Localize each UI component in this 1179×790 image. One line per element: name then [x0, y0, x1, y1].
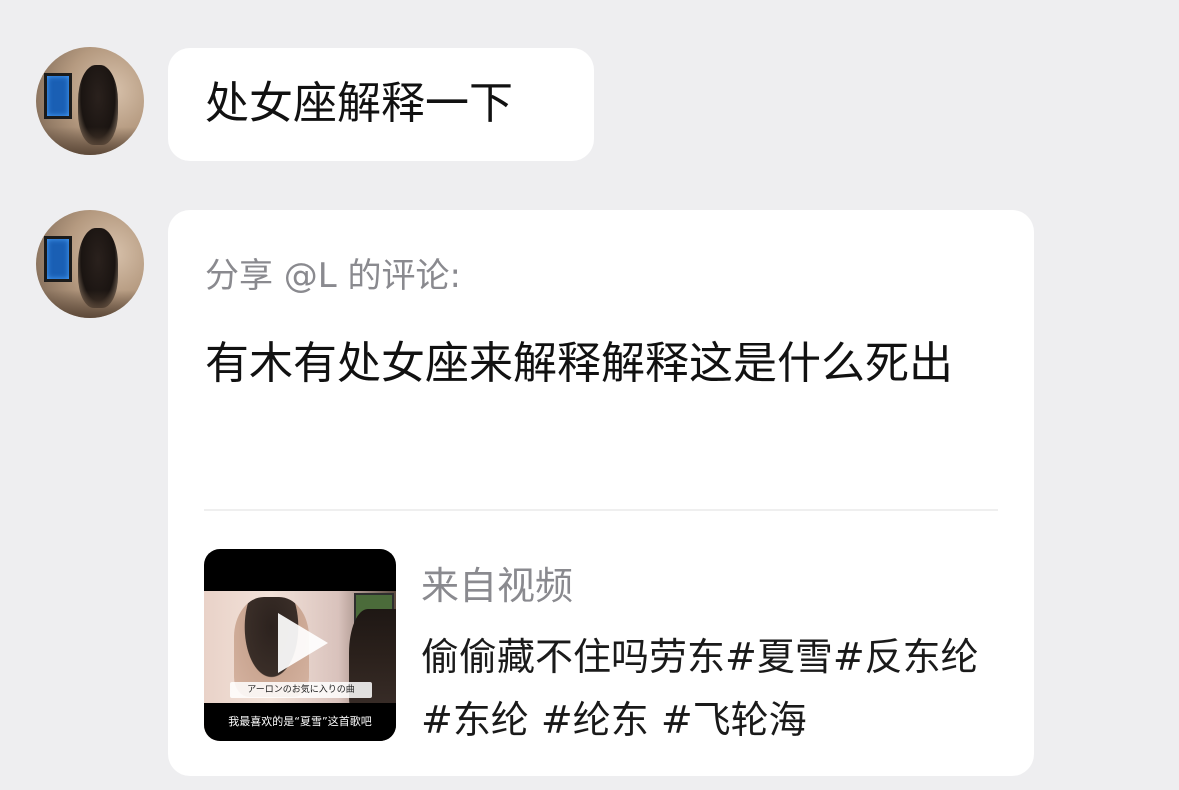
message-text: 处女座解释一下 [205, 78, 513, 129]
thumbnail-subtitle: 我最喜欢的是“夏雪”这首歌吧 [228, 715, 372, 728]
play-icon[interactable] [278, 613, 328, 673]
shared-comment-card[interactable]: 分享 @L 的评论: 有木有处女座来解释解释这是什么死出 アーロンのお気に入りの… [168, 210, 1034, 776]
sender-avatar[interactable] [36, 47, 144, 155]
sender-avatar[interactable] [36, 210, 144, 318]
video-source-label: 来自视频 [421, 564, 574, 608]
message-bubble-text[interactable]: 处女座解释一下 [168, 48, 594, 161]
video-thumbnail[interactable]: アーロンのお気に入りの曲 我最喜欢的是“夏雪”这首歌吧 [204, 549, 396, 741]
avatar-photo-screen [44, 236, 72, 282]
card-divider [204, 509, 998, 511]
thumbnail-overlay-caption: アーロンのお気に入りの曲 [230, 682, 372, 698]
share-header: 分享 @L 的评论: [205, 256, 462, 296]
shared-comment-text: 有木有处女座来解释解释这是什么死出 [205, 338, 953, 389]
video-title[interactable]: 偷偷藏不住吗劳东#夏雪#反东纶 #东纶 #纶东 #飞轮海 [421, 626, 1001, 752]
avatar-photo-screen [44, 73, 72, 119]
